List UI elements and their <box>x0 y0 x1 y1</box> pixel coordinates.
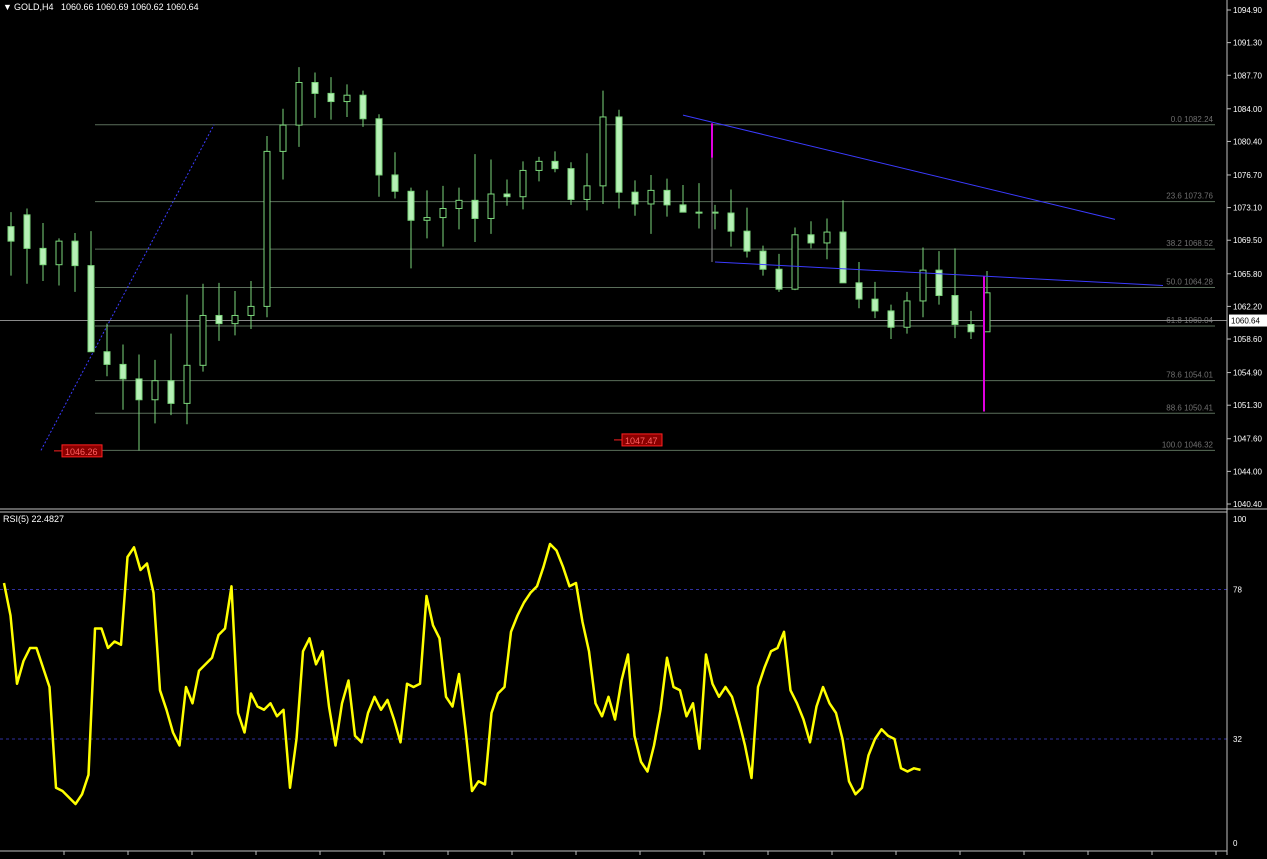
rsi-tick-label: 0 <box>1233 839 1238 848</box>
price-tick-label: 1080.40 <box>1233 137 1262 146</box>
current-price-tag: 1060.64 <box>1231 317 1260 326</box>
candle-body <box>647 189 655 205</box>
candle-body <box>7 226 15 242</box>
candle-body <box>871 298 879 312</box>
candle-body <box>135 378 143 401</box>
price-tick-label: 1054.90 <box>1233 369 1262 378</box>
candle-body <box>775 268 783 290</box>
rsi-title: RSI(5) 22.4827 <box>3 514 64 524</box>
candle-body <box>519 169 527 198</box>
price-tick-label: 1084.00 <box>1233 105 1262 114</box>
candle-body <box>551 160 559 170</box>
price-tick-label: 1062.20 <box>1233 302 1262 311</box>
candle-body <box>71 240 79 267</box>
price-tick-label: 1076.70 <box>1233 171 1262 180</box>
candle-body <box>791 234 799 290</box>
candle-body <box>343 94 351 103</box>
candle-body <box>263 150 271 307</box>
candle-body <box>103 351 111 365</box>
candle-body <box>759 250 767 270</box>
price-label-text: 1047.47 <box>625 436 658 446</box>
candle-body <box>727 212 735 232</box>
symbol-menu-caret[interactable]: ▼ <box>3 2 12 12</box>
candle-body <box>743 230 751 252</box>
candle-body <box>903 300 911 328</box>
candle-body <box>215 314 223 325</box>
fib-level-label: 88.6 1050.41 <box>1166 403 1213 412</box>
fib-level-label: 23.6 1073.76 <box>1166 192 1213 201</box>
chart-svg[interactable]: 0.0 1082.24 23.6 1073.76 38.2 1068.52 50.0 … <box>0 0 1267 855</box>
candle-body <box>23 214 31 249</box>
fib-level-label: 50.0 1064.28 <box>1166 278 1213 287</box>
candle-body <box>87 265 95 353</box>
price-tick-label: 1087.70 <box>1233 71 1262 80</box>
candle-body <box>535 160 543 171</box>
candle-body <box>183 364 191 404</box>
candle-body <box>919 269 927 302</box>
candle-body <box>199 314 207 366</box>
price-tick-label: 1044.00 <box>1233 467 1262 476</box>
candle-body <box>663 189 671 206</box>
candle-body <box>471 199 479 219</box>
price-tick-label: 1065.80 <box>1233 270 1262 279</box>
candle-body <box>855 282 863 300</box>
candle-body <box>807 234 815 244</box>
candle-body <box>119 363 127 380</box>
candle-body <box>631 191 639 205</box>
price-tick-label: 1073.10 <box>1233 204 1262 213</box>
candle-body <box>887 310 895 328</box>
candle-body <box>375 118 383 176</box>
candle-body <box>967 324 975 333</box>
candle-body <box>359 94 367 120</box>
fib-level-label: 100.0 1046.32 <box>1162 440 1214 449</box>
candle-body <box>839 231 847 284</box>
candle-body <box>695 211 703 214</box>
candle-body <box>311 82 319 94</box>
fib-level-label: 38.2 1068.52 <box>1166 239 1213 248</box>
candle-body <box>583 185 591 200</box>
fib-level-label: 78.6 1054.01 <box>1166 371 1213 380</box>
chart-window[interactable]: 0.0 1082.24 23.6 1073.76 38.2 1068.52 50.0 … <box>0 0 1267 855</box>
price-tick-label: 1094.90 <box>1233 6 1262 15</box>
rsi-tick-label: 100 <box>1233 515 1247 524</box>
candle-body <box>679 204 687 213</box>
price-tick-label: 1047.60 <box>1233 435 1262 444</box>
candle-body <box>439 208 447 219</box>
candle-body <box>391 174 399 192</box>
price-tick-label: 1040.40 <box>1233 500 1262 509</box>
candle-body <box>567 168 575 200</box>
price-label-text: 1046.26 <box>65 447 98 457</box>
candle-body <box>615 116 623 193</box>
rsi-tick-label: 32 <box>1233 735 1242 744</box>
candle-body <box>503 193 511 198</box>
candle-body <box>151 380 159 401</box>
price-tick-label: 1058.60 <box>1233 335 1262 344</box>
candle-body <box>231 314 239 325</box>
candle-body <box>423 217 431 221</box>
candle-body <box>599 116 607 187</box>
candle-body <box>407 190 415 221</box>
fib-level-label: 0.0 1082.24 <box>1171 115 1214 124</box>
candle-body <box>951 295 959 326</box>
candle-body <box>823 231 831 244</box>
candle-body <box>167 380 175 404</box>
price-tick-label: 1091.30 <box>1233 39 1262 48</box>
symbol-title: GOLD,H4 <box>14 2 54 12</box>
candle-body <box>327 92 335 103</box>
candle-body <box>455 199 463 210</box>
price-tick-label: 1051.30 <box>1233 401 1262 410</box>
ohlc-readout: 1060.66 1060.69 1060.62 1060.64 <box>61 2 199 12</box>
candle-body <box>279 124 287 152</box>
candle-body <box>295 82 303 126</box>
candle-body <box>711 211 719 214</box>
candle-body <box>55 240 63 266</box>
rsi-tick-label: 78 <box>1233 586 1242 595</box>
candle-body <box>487 193 495 219</box>
candle-body <box>39 247 47 266</box>
candle-body <box>247 305 255 316</box>
price-tick-label: 1069.50 <box>1233 236 1262 245</box>
